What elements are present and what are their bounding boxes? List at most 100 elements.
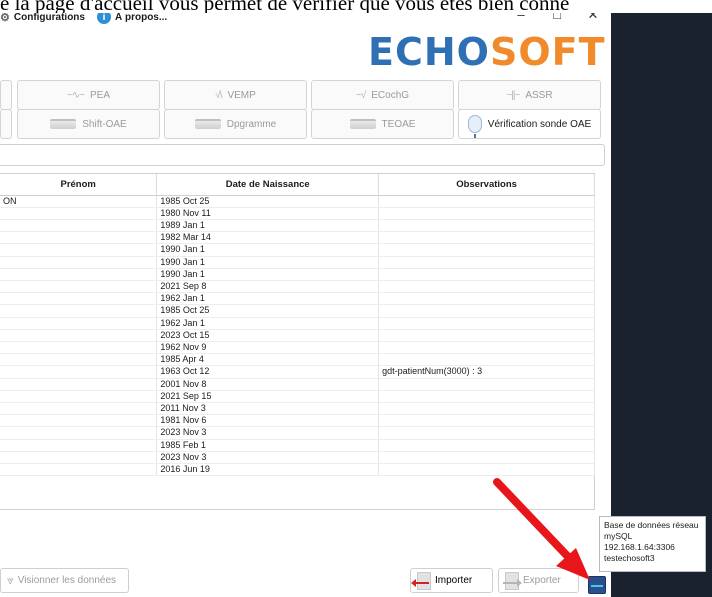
tab-pea-label: PEA — [90, 89, 111, 101]
bottom-toolbar: ⩔ Visionner les données Importer Exporte… — [0, 568, 611, 597]
table-row[interactable]: 2023 Oct 15 — [0, 329, 595, 342]
cell-prenom — [0, 329, 158, 342]
column-header-prenom[interactable]: Prénom — [0, 174, 158, 196]
cell-observations — [378, 292, 595, 306]
tab-dpgramme[interactable]: Dpgramme — [164, 109, 307, 139]
document-text-fragment: e la page d'accueil vous permet de vérif… — [0, 0, 712, 13]
cell-observations — [378, 231, 595, 245]
tab-verification-label: Vérification sonde OAE — [487, 118, 592, 130]
cell-date-naissance: 2023 Oct 15 — [156, 329, 380, 342]
table-row[interactable]: 1985 Feb 1 — [0, 439, 595, 452]
microphone-icon — [467, 115, 482, 138]
cell-observations — [378, 341, 595, 355]
logo-echo: ECHO — [368, 30, 490, 74]
tab-assr-label: ASSR — [525, 89, 553, 101]
table-row[interactable]: 1962 Jan 1 — [0, 317, 595, 330]
cell-prenom — [0, 292, 158, 306]
view-data-button[interactable]: ⩔ Visionner les données — [0, 568, 129, 593]
table-row[interactable]: 2001 Nov 8 — [0, 378, 595, 391]
cell-prenom — [0, 317, 158, 330]
screenshot-root: e la page d'accueil vous permet de vérif… — [0, 0, 712, 597]
cell-observations — [378, 390, 595, 403]
chart-icon — [349, 119, 376, 129]
tab-partial-1[interactable] — [0, 80, 12, 110]
cell-prenom — [0, 243, 158, 257]
tooltip-line-2: mySQL — [604, 531, 633, 541]
tab-vemp[interactable]: √\ VEMP — [164, 80, 307, 110]
table-row[interactable]: 1980 Nov 11 — [0, 207, 595, 220]
export-icon — [503, 571, 522, 590]
cell-prenom — [0, 390, 158, 403]
table-row[interactable]: 1982 Mar 14 — [0, 231, 595, 245]
cell-prenom — [0, 341, 158, 355]
cell-prenom — [0, 256, 158, 269]
cell-prenom — [0, 280, 158, 294]
table-row[interactable]: ON 1985 Oct 25 — [0, 195, 595, 208]
cell-date-naissance: 2011 Nov 3 — [156, 402, 380, 416]
cell-observations — [378, 280, 595, 294]
cell-prenom — [0, 219, 158, 233]
table-row[interactable]: 1990 Jan 1 — [0, 243, 595, 257]
tab-ecochg[interactable]: ~√ ECochG — [311, 80, 454, 110]
import-icon — [411, 571, 431, 590]
cell-observations — [378, 268, 595, 281]
cell-observations — [378, 439, 595, 452]
cell-observations — [378, 402, 595, 416]
echosoft-window: ⚙ Configurations i À propos... – □ ✕ ECH… — [0, 0, 611, 597]
cell-date-naissance: 2023 Nov 3 — [156, 426, 380, 440]
table-row[interactable]: 1981 Nov 6 — [0, 414, 595, 428]
cell-date-naissance: 1985 Apr 4 — [156, 353, 380, 367]
cell-date-naissance: 1982 Mar 14 — [156, 231, 380, 245]
desktop-background — [611, 0, 712, 597]
table-row[interactable]: 2016 Jun 19 — [0, 463, 595, 477]
cell-observations — [378, 353, 595, 367]
table-row[interactable]: 1985 Apr 4 — [0, 353, 595, 367]
echosoft-logo: ECHOSOFT — [368, 30, 606, 74]
cell-date-naissance: 1990 Jan 1 — [156, 256, 380, 269]
tab-pea[interactable]: ~∿~ PEA — [17, 80, 160, 110]
tab-verification-sonde-oae[interactable]: Vérification sonde OAE — [458, 109, 601, 139]
export-button[interactable]: Exporter — [498, 568, 579, 593]
cell-date-naissance: 1963 Oct 12 — [156, 365, 380, 379]
table-row[interactable]: 2023 Nov 3 — [0, 426, 595, 440]
table-row[interactable]: 2021 Sep 15 — [0, 390, 595, 403]
cell-prenom — [0, 402, 158, 416]
cell-prenom — [0, 304, 158, 318]
cell-date-naissance: 1962 Jan 1 — [156, 317, 380, 330]
table-row[interactable]: 2011 Nov 3 — [0, 402, 595, 416]
tab-vemp-label: VEMP — [227, 89, 256, 101]
tab-partial-2[interactable] — [0, 109, 12, 139]
cell-observations — [378, 378, 595, 391]
import-button[interactable]: Importer — [410, 568, 493, 593]
table-row[interactable]: 1985 Oct 25 — [0, 304, 595, 318]
cell-prenom — [0, 426, 158, 440]
cell-observations — [378, 451, 595, 464]
cell-date-naissance: 1981 Nov 6 — [156, 414, 380, 428]
tab-assr[interactable]: ~||~ ASSR — [458, 80, 601, 110]
tooltip-line-4: testechosoft3 — [604, 553, 655, 563]
tab-teoae[interactable]: TEOAE — [311, 109, 454, 139]
table-row[interactable]: 2023 Nov 3 — [0, 451, 595, 464]
cell-prenom — [0, 231, 158, 245]
table-row[interactable]: 1962 Jan 1 — [0, 292, 595, 306]
cell-date-naissance: 2021 Sep 8 — [156, 280, 380, 294]
column-header-date-naissance[interactable]: Date de Naissance — [156, 174, 380, 196]
column-header-observations[interactable]: Observations — [378, 174, 595, 196]
table-row[interactable]: 1963 Oct 12 gdt-patientNum(3000) : 3 — [0, 365, 595, 379]
table-row[interactable]: 2021 Sep 8 — [0, 280, 595, 294]
import-label: Importer — [435, 575, 473, 586]
cell-date-naissance: 1962 Nov 9 — [156, 341, 380, 355]
cell-prenom — [0, 353, 158, 367]
network-database-icon[interactable] — [588, 576, 606, 594]
table-row[interactable]: 1990 Jan 1 — [0, 268, 595, 281]
cell-observations — [378, 256, 595, 269]
tab-shift-oae[interactable]: Shift-OAE — [17, 109, 160, 139]
table-row[interactable]: 1990 Jan 1 — [0, 256, 595, 269]
table-body: ON 1985 Oct 25 1980 Nov 11 1989 Jan 1 1982 M… — [0, 195, 595, 477]
cell-observations — [378, 426, 595, 440]
chart-icon — [50, 119, 77, 129]
table-row[interactable]: 1962 Nov 9 — [0, 341, 595, 355]
cell-date-naissance: 1962 Jan 1 — [156, 292, 380, 306]
table-row[interactable]: 1989 Jan 1 — [0, 219, 595, 233]
search-input[interactable] — [0, 144, 605, 166]
